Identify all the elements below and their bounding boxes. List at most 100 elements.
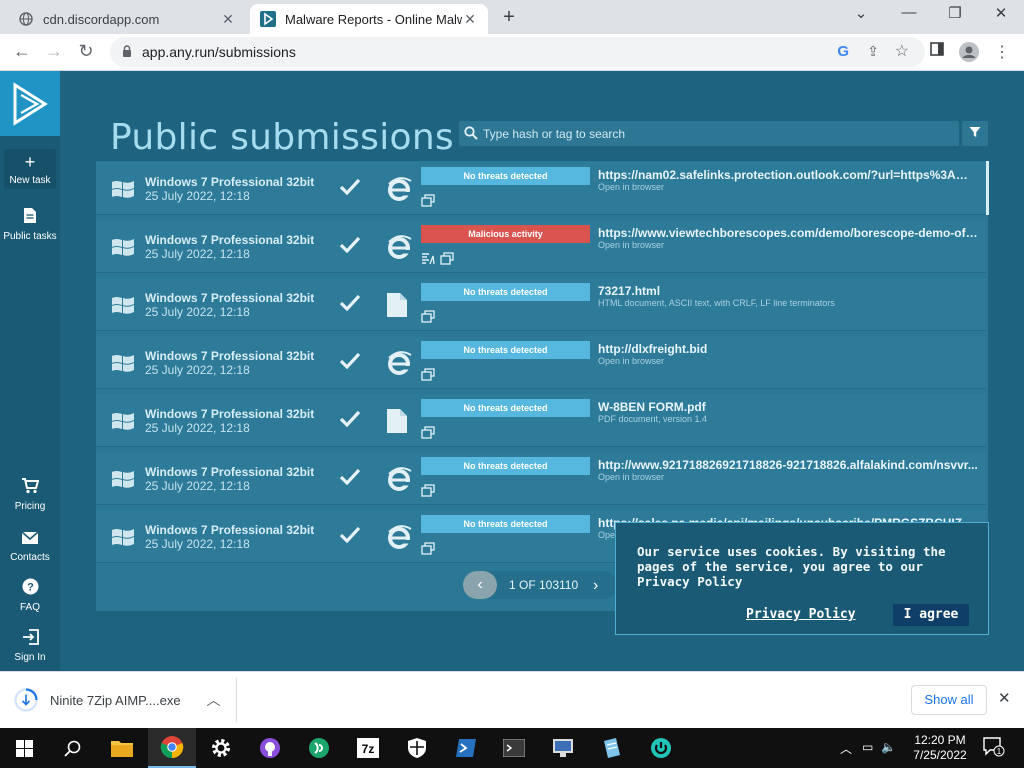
new-tab-button[interactable]: + [498,6,520,29]
anyrun-logo-icon[interactable] [0,71,60,136]
security-shield-icon[interactable] [393,728,441,768]
browser-tab-strip: cdn.discordapp.com ✕ Malware Reports - O… [0,0,1024,34]
verdict-badge: No threats detected [421,341,590,359]
submission-target[interactable]: 73217.html [598,284,978,298]
system-clock[interactable]: 12:20 PM 7/25/2022 [908,733,972,763]
7zip-icon[interactable]: 7z [344,728,392,768]
scrollbar-thumb[interactable] [986,161,989,215]
multiple-windows-icon [440,252,454,270]
audio-app-icon[interactable] [295,728,343,768]
submission-date: 25 July 2022, 12:18 [145,363,250,377]
submission-date: 25 July 2022, 12:18 [145,247,250,261]
multiple-windows-icon [421,310,435,328]
sidebar-item-pricing[interactable]: Pricing [0,477,60,512]
verdict-badge: Malicious activity [421,225,590,243]
notification-count: 1 [997,747,1002,756]
browser-tab-discord[interactable]: cdn.discordapp.com ✕ [8,4,246,34]
remote-desktop-icon[interactable] [539,728,587,768]
cookie-banner: Our service uses cookies. By visiting th… [615,522,989,635]
close-download-bar-icon[interactable]: ✕ [998,689,1011,707]
tab-search-chevron-icon[interactable]: ⌄ [838,4,884,22]
ie-icon [386,350,412,381]
restore-button[interactable]: ❐ [932,4,978,22]
globe-icon [18,11,34,27]
file-explorer-icon[interactable] [98,728,146,768]
submission-target[interactable]: https://www.viewtechborescopes.com/demo/… [598,226,978,240]
submission-target[interactable]: W-8BEN FORM.pdf [598,400,978,414]
plus-icon: + [24,152,36,172]
check-icon [339,294,361,317]
sidebar-item-faq[interactable]: ? FAQ [0,578,60,613]
submission-target[interactable]: http://dlxfreight.bid [598,342,978,356]
mail-icon [0,528,60,550]
powershell-icon[interactable] [442,728,490,768]
sidebar-item-label: Sign In [14,652,46,663]
forward-arrow-icon[interactable]: → [42,41,66,62]
chevron-up-icon[interactable]: ︿ [207,690,221,710]
chrome-icon[interactable] [148,728,196,768]
submission-date: 25 July 2022, 12:18 [145,537,250,551]
notes-app-icon[interactable] [588,728,636,768]
privacy-policy-link[interactable]: Privacy Policy [746,607,856,622]
terminal-icon[interactable] [490,728,538,768]
close-tab-icon[interactable]: ✕ [462,11,478,28]
check-icon [339,468,361,491]
filter-funnel-icon [969,125,981,143]
search-box [459,121,959,146]
settings-gear-icon[interactable] [197,728,245,768]
sidebar-item-sign-in[interactable]: Sign In [0,628,60,663]
address-bar[interactable]: app.any.run/submissions G ⇪ ☆ [110,37,925,67]
power-app-icon[interactable] [637,728,685,768]
submission-row[interactable]: Windows 7 Professional 32bit 25 July 2022… [96,162,986,215]
browser-menu-icon[interactable]: ⋮ [991,42,1013,62]
profile-avatar-icon[interactable] [958,42,980,67]
submission-row[interactable]: Windows 7 Professional 32bit 25 July 2022… [96,220,986,273]
sidebar-item-contacts[interactable]: Contacts [0,528,60,563]
svg-text:?: ? [27,582,34,594]
google-lens-icon[interactable]: G [837,43,849,60]
multiple-windows-icon [421,194,435,212]
submission-row[interactable]: Windows 7 Professional 32bit 25 July 2022… [96,278,986,331]
network-activity-icon [421,252,435,270]
windows-os-icon [111,295,135,322]
submission-row[interactable]: Windows 7 Professional 32bit 25 July 2022… [96,452,986,505]
submission-row[interactable]: Windows 7 Professional 32bit 25 July 2022… [96,394,986,447]
check-icon [339,236,361,259]
share-icon[interactable]: ⇪ [867,43,879,60]
start-windows-icon[interactable] [0,728,48,768]
prev-page-button[interactable]: ‹ [463,571,497,599]
reload-icon[interactable]: ↻ [74,41,98,62]
browser-tab-anyrun[interactable]: Malware Reports - Online Malwa ✕ [250,4,488,34]
filter-button[interactable] [962,121,988,146]
submission-target[interactable]: https://nam02.safelinks.protection.outlo… [598,168,978,182]
search-input[interactable] [483,121,953,146]
notifications-icon[interactable]: 1 [983,737,1005,760]
network-icon[interactable]: ▭ [862,740,873,754]
chevron-up-icon[interactable]: ︿ [840,740,852,757]
volume-icon[interactable]: 🔈 [881,740,896,754]
minimize-button[interactable]: — [886,4,932,21]
download-bar: Ninite 7Zip AIMP....exe ︿ Show all ✕ [0,671,1024,728]
sidebar-item-public-tasks[interactable]: Public tasks [0,207,60,242]
url-text: app.any.run/submissions [142,44,296,60]
file-icon [386,408,408,439]
close-window-button[interactable]: ✕ [978,4,1024,22]
ie-icon [386,176,412,207]
back-arrow-icon[interactable]: ← [10,41,34,62]
lock-icon [122,45,132,63]
sidebar-item-new-task[interactable]: + New task [4,149,56,189]
bookmark-star-icon[interactable]: ☆ [895,41,909,61]
agree-button[interactable]: I agree [893,604,969,626]
search-icon[interactable] [48,728,96,768]
close-tab-icon[interactable]: ✕ [220,11,236,28]
github-icon[interactable] [246,728,294,768]
question-icon: ? [0,578,60,600]
next-page-button[interactable]: › [593,577,598,595]
side-panel-icon[interactable] [926,42,948,61]
submission-target[interactable]: http://www.921718826921718826-921718826.… [598,458,978,472]
download-item[interactable]: Ninite 7Zip AIMP....exe ︿ [14,686,221,714]
windows-os-icon [111,353,135,380]
submission-row[interactable]: Windows 7 Professional 32bit 25 July 2022… [96,336,986,389]
ie-icon [386,234,412,265]
show-all-button[interactable]: Show all [911,685,987,715]
